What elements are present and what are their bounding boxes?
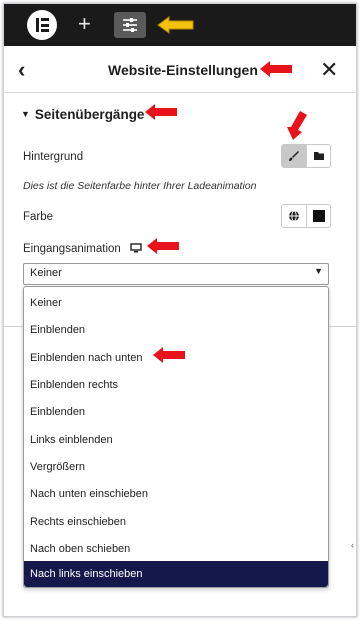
page-title: Website-Einstellungen bbox=[108, 62, 258, 78]
color-picker-controls bbox=[281, 204, 331, 228]
chevron-down-icon: ▼ bbox=[314, 266, 323, 276]
site-settings-tab[interactable] bbox=[114, 12, 146, 38]
globe-icon[interactable] bbox=[282, 205, 306, 227]
dropdown-option-highlighted[interactable]: Nach links einschieben bbox=[24, 561, 328, 587]
editor-topbar: + bbox=[4, 4, 356, 46]
close-icon[interactable]: ✕ bbox=[320, 57, 338, 83]
elementor-logo-icon[interactable] bbox=[27, 10, 57, 40]
section-title: Seitenübergänge bbox=[34, 107, 145, 122]
color-label: Farbe bbox=[23, 211, 54, 223]
folder-icon[interactable] bbox=[306, 145, 330, 167]
site-settings-panel: + ‹ Website-Einstellungen ✕ ▼ Seitenüberg… bbox=[3, 3, 357, 617]
dropdown-option[interactable]: Vergrößern bbox=[24, 454, 328, 480]
panel-header: ‹ Website-Einstellungen ✕ bbox=[4, 48, 356, 93]
dropdown-option[interactable]: Einblenden rechts bbox=[24, 372, 328, 398]
background-label: Hintergrund bbox=[23, 151, 84, 163]
red-annotation-arrow bbox=[147, 238, 179, 254]
red-annotation-arrow bbox=[287, 111, 307, 140]
plus-icon[interactable]: + bbox=[78, 12, 91, 36]
brush-icon[interactable] bbox=[282, 145, 306, 167]
collapse-handle-icon[interactable]: ‹ bbox=[351, 540, 354, 550]
sliders-icon bbox=[123, 18, 137, 32]
red-annotation-arrow bbox=[145, 104, 177, 120]
red-annotation-arrow bbox=[260, 61, 292, 77]
background-type-toggle bbox=[281, 144, 331, 168]
dropdown-option[interactable]: Einblenden bbox=[24, 317, 328, 343]
select-value: Keiner bbox=[30, 267, 62, 279]
desktop-icon[interactable] bbox=[130, 243, 142, 253]
yellow-annotation-arrow bbox=[157, 16, 194, 34]
divider bbox=[4, 326, 24, 327]
caret-down-icon: ▼ bbox=[21, 109, 30, 119]
dropdown-option[interactable]: Keiner bbox=[24, 290, 328, 316]
dropdown-option[interactable]: Einblenden bbox=[24, 399, 328, 425]
divider bbox=[326, 326, 356, 327]
color-swatch[interactable] bbox=[306, 205, 330, 227]
dropdown-option[interactable]: Nach oben schieben bbox=[24, 536, 328, 562]
red-annotation-arrow bbox=[153, 347, 185, 363]
background-description: Dies ist die Seitenfarbe hinter Ihrer La… bbox=[23, 180, 257, 192]
dropdown-option[interactable]: Nach unten einschieben bbox=[24, 481, 328, 507]
dropdown-option[interactable]: Rechts einschieben bbox=[24, 509, 328, 535]
dropdown-option[interactable]: Links einblenden bbox=[24, 427, 328, 453]
animation-dropdown-list: Keiner Einblenden Einblenden nach unten … bbox=[23, 286, 329, 588]
section-toggle-page-transitions[interactable]: ▼ Seitenübergänge bbox=[21, 107, 144, 122]
back-arrow-icon[interactable]: ‹ bbox=[18, 57, 25, 83]
entrance-animation-label: Eingangsanimation bbox=[23, 243, 142, 255]
entrance-animation-select[interactable]: Keiner ▼ bbox=[23, 263, 329, 285]
entrance-animation-text: Eingangsanimation bbox=[23, 243, 121, 255]
